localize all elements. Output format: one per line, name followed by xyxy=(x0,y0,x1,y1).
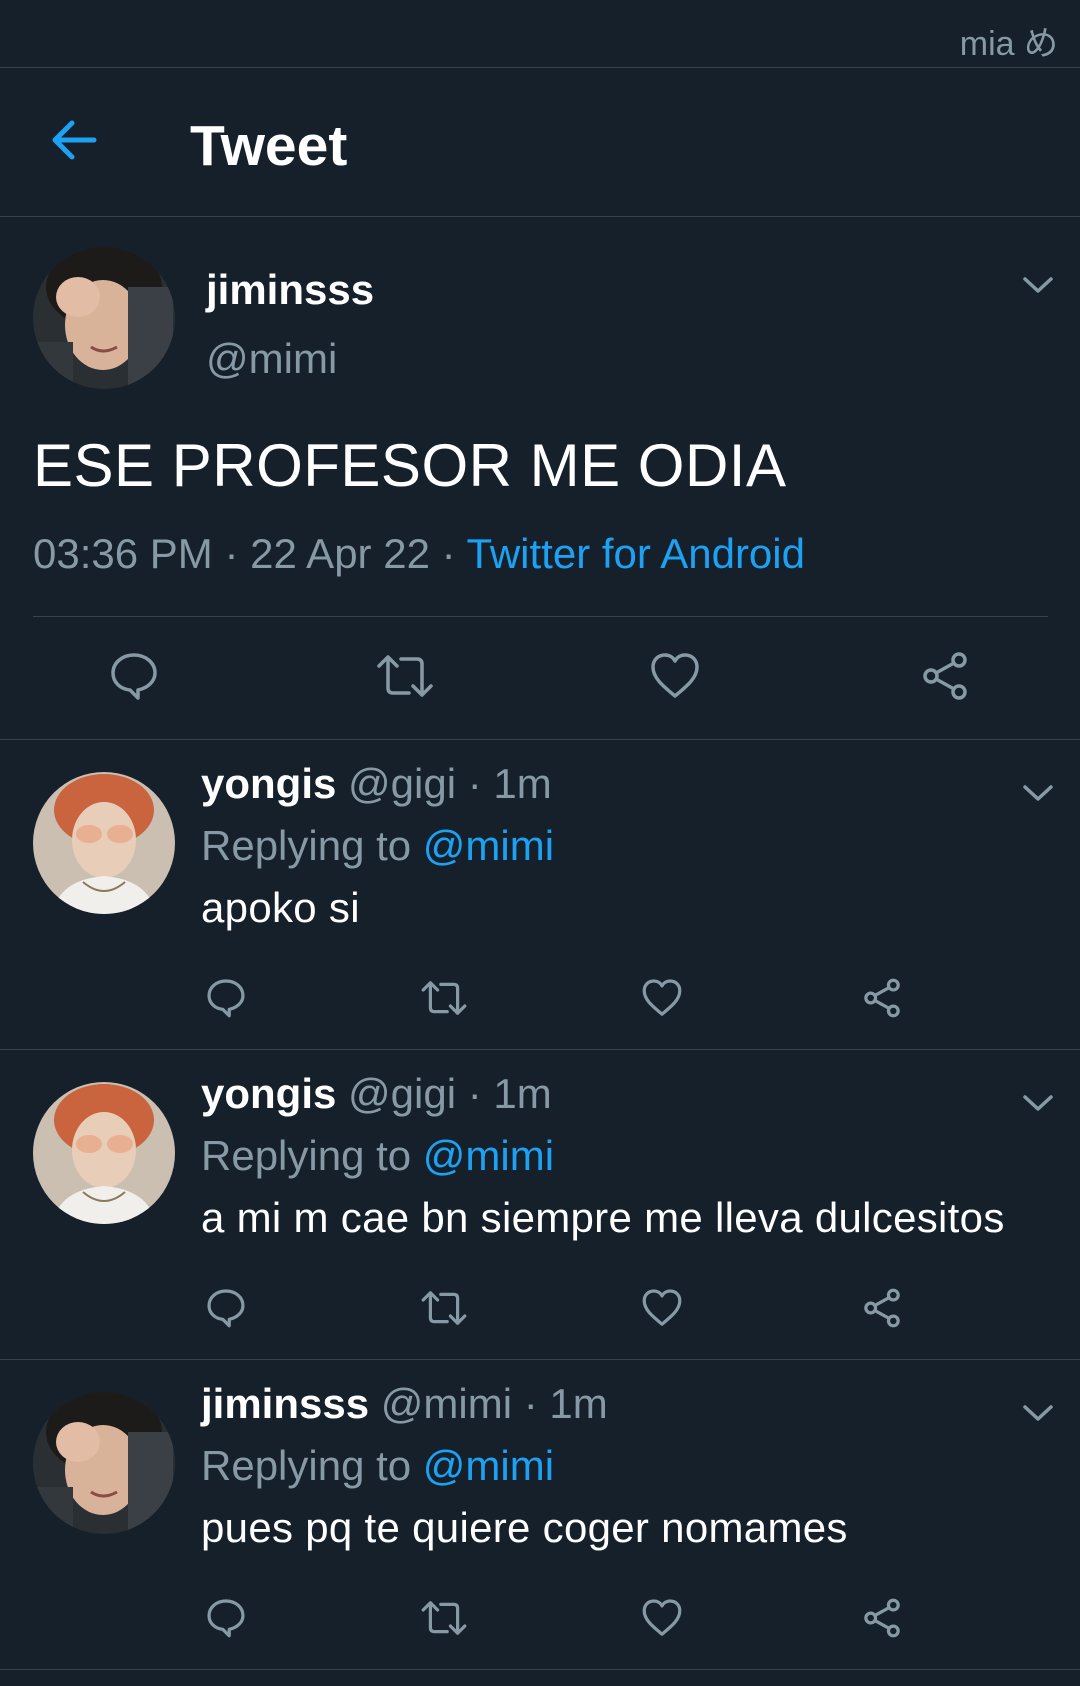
mention-link[interactable]: @mimi xyxy=(423,1442,554,1489)
tweet-menu-button[interactable] xyxy=(1021,274,1055,296)
mention-link[interactable]: @mimi xyxy=(423,1132,554,1179)
tweet-menu-button[interactable] xyxy=(1021,1402,1055,1424)
avatar[interactable] xyxy=(33,247,175,389)
status-bar: mia め xyxy=(0,0,1080,68)
replying-to-label: Replying to xyxy=(201,822,412,869)
chevron-down-icon xyxy=(1023,785,1053,801)
author-name[interactable]: yongis xyxy=(201,760,336,807)
share-icon xyxy=(864,1288,900,1328)
author-name[interactable]: yongis xyxy=(201,1070,336,1117)
author-name[interactable]: jiminsss xyxy=(201,1380,369,1427)
comment-bubble-icon xyxy=(207,1289,245,1328)
back-button[interactable] xyxy=(48,114,100,166)
tweet-time: 1m xyxy=(493,760,552,807)
tweet-text: apoko si xyxy=(201,884,360,931)
reply-tweet[interactable]: jiminsss @mimi · 1m Replying to @mimi pu… xyxy=(0,1360,1080,1670)
avatar-image xyxy=(33,247,175,389)
header: Tweet xyxy=(0,69,1080,217)
avatar[interactable] xyxy=(33,1392,175,1534)
reply-header: yongis @gigi · 1m xyxy=(201,1070,552,1117)
like-button[interactable] xyxy=(641,1287,683,1334)
arrow-left-icon xyxy=(52,120,97,160)
tweet-text: pues pq te quiere coger nomames xyxy=(201,1504,848,1551)
replying-to: Replying to @mimi xyxy=(201,1442,554,1490)
heart-icon xyxy=(651,653,699,698)
like-button[interactable] xyxy=(641,977,683,1024)
comment-bubble-icon xyxy=(111,653,157,700)
mention-link[interactable]: @mimi xyxy=(423,822,554,869)
reply-tweet[interactable]: yongis @gigi · 1m Replying to @mimi apok… xyxy=(0,740,1080,1050)
retweet-icon xyxy=(421,981,467,1015)
tweet-text: a mi m cae bn siempre me lleva dulcesito… xyxy=(201,1194,1005,1241)
replying-to: Replying to @mimi xyxy=(201,1132,554,1180)
retweet-icon xyxy=(421,1291,467,1325)
heart-icon xyxy=(642,979,682,1016)
avatar-image xyxy=(33,1392,175,1534)
page-title: Tweet xyxy=(190,114,348,178)
tweet-menu-button[interactable] xyxy=(1021,782,1055,804)
tweet-time: 03:36 PM xyxy=(33,530,213,577)
share-icon xyxy=(923,652,967,700)
avatar[interactable] xyxy=(33,772,175,914)
heart-icon xyxy=(642,1289,682,1326)
chevron-down-icon xyxy=(1023,277,1053,293)
comment-bubble-icon xyxy=(207,979,245,1018)
divider xyxy=(33,616,1048,617)
meta-separator: · xyxy=(429,530,467,577)
tweet-source-link[interactable]: Twitter for Android xyxy=(467,530,805,577)
tweet-menu-button[interactable] xyxy=(1021,1092,1055,1114)
retweet-icon xyxy=(377,655,433,697)
author-handle[interactable]: @gigi xyxy=(348,760,456,807)
retweet-button[interactable] xyxy=(420,1287,468,1334)
retweet-button[interactable] xyxy=(375,650,435,707)
author-handle[interactable]: @mimi xyxy=(206,335,337,383)
avatar-image xyxy=(33,772,175,914)
tweet-time: 1m xyxy=(493,1070,552,1117)
tweet-text: ESE PROFESOR ME ODIA xyxy=(33,432,787,499)
reply-button[interactable] xyxy=(205,977,247,1024)
share-button[interactable] xyxy=(861,977,903,1024)
share-icon xyxy=(864,1598,900,1638)
reply-button[interactable] xyxy=(205,1597,247,1644)
tweet-date: 22 Apr 22 xyxy=(250,530,430,577)
author-handle[interactable]: @mimi xyxy=(381,1380,512,1427)
avatar-image xyxy=(33,1082,175,1224)
author-handle[interactable]: @gigi xyxy=(348,1070,456,1117)
retweet-button[interactable] xyxy=(420,977,468,1024)
tweet-meta: 03:36 PM · 22 Apr 22 · Twitter for Andro… xyxy=(33,530,805,578)
like-button[interactable] xyxy=(649,650,701,707)
avatar[interactable] xyxy=(33,1082,175,1224)
share-button[interactable] xyxy=(861,1597,903,1644)
share-button[interactable] xyxy=(861,1287,903,1334)
replying-to-label: Replying to xyxy=(201,1442,412,1489)
share-button[interactable] xyxy=(919,650,971,707)
reply-button[interactable] xyxy=(108,650,160,707)
reply-tweet[interactable]: yongis @gigi · 1m Replying to @mimi a mi… xyxy=(0,1050,1080,1360)
comment-bubble-icon xyxy=(207,1599,245,1638)
status-bar-text: mia め xyxy=(959,25,1058,63)
retweet-button[interactable] xyxy=(420,1597,468,1644)
retweet-icon xyxy=(421,1601,467,1635)
reply-button[interactable] xyxy=(205,1287,247,1334)
meta-separator: · xyxy=(212,530,251,577)
replying-to-label: Replying to xyxy=(201,1132,412,1179)
chevron-down-icon xyxy=(1023,1405,1053,1421)
author-name[interactable]: jiminsss xyxy=(206,266,374,314)
reply-header: yongis @gigi · 1m xyxy=(201,760,552,807)
share-icon xyxy=(864,978,900,1018)
reply-header: jiminsss @mimi · 1m xyxy=(201,1380,608,1427)
replying-to: Replying to @mimi xyxy=(201,822,554,870)
main-tweet: jiminsss @mimi ESE PROFESOR ME ODIA 03:3… xyxy=(0,218,1080,740)
tweet-time: 1m xyxy=(549,1380,608,1427)
chevron-down-icon xyxy=(1023,1095,1053,1111)
like-button[interactable] xyxy=(641,1597,683,1644)
heart-icon xyxy=(642,1599,682,1636)
